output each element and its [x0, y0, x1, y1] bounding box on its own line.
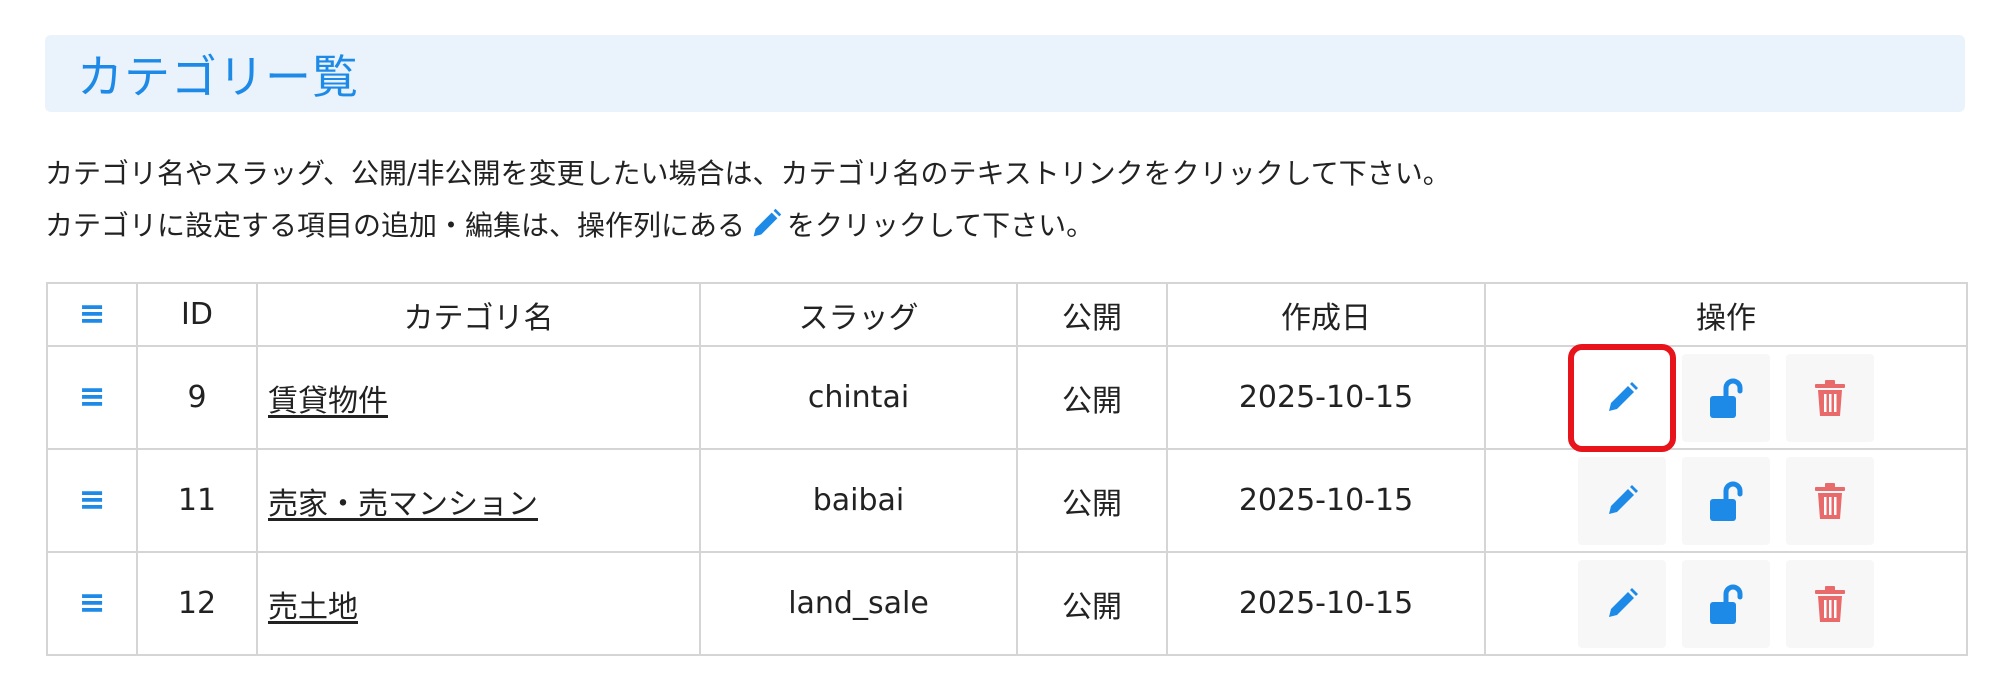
- unlock-icon: [1710, 584, 1743, 624]
- instruction-line-2-after: をクリックして下さい。: [787, 209, 1095, 242]
- row-actions: [1484, 343, 1968, 452]
- table-row: ≡ 9 賃貸物件 chintai 公開 2025-10-15: [46, 343, 1968, 452]
- unlock-icon: [1710, 378, 1743, 418]
- row-slug: chintai: [699, 345, 1018, 450]
- delete-button[interactable]: [1786, 353, 1874, 442]
- category-name-link[interactable]: 売家・売マンション: [268, 487, 538, 522]
- row-slug: baibai: [699, 448, 1018, 553]
- header-actions: 操作: [1484, 282, 1968, 347]
- header-slug: スラッグ: [699, 282, 1018, 347]
- row-slug: land_sale: [699, 551, 1018, 656]
- row-actions: [1484, 448, 1968, 553]
- pencil-icon: [1609, 587, 1638, 617]
- row-status: 公開: [1016, 448, 1168, 553]
- delete-button[interactable]: [1786, 559, 1874, 648]
- row-status: 公開: [1016, 345, 1168, 450]
- edit-button[interactable]: [1578, 559, 1666, 648]
- row-created: 2025-10-15: [1166, 345, 1486, 450]
- row-id: 9: [136, 345, 258, 450]
- unlock-icon: [1710, 481, 1743, 521]
- trash-icon: [1815, 585, 1845, 622]
- header-drag: ≡: [46, 282, 138, 347]
- instructions: カテゴリ名やスラッグ、公開/非公開を変更したい場合は、カテゴリ名のテキストリンク…: [45, 148, 1965, 252]
- pencil-icon: [1609, 484, 1638, 514]
- row-name-cell: 賃貸物件: [256, 345, 701, 450]
- edit-button[interactable]: [1568, 343, 1676, 452]
- category-list-page: カテゴリー覧 カテゴリ名やスラッグ、公開/非公開を変更したい場合は、カテゴリ名の…: [0, 0, 2009, 699]
- pencil-icon: [747, 205, 785, 243]
- title-bar: カテゴリー覧: [45, 35, 1965, 112]
- row-name-cell: 売家・売マンション: [256, 448, 701, 553]
- page-title: カテゴリー覧: [77, 49, 359, 104]
- table-row: ≡ 12 売土地 land_sale 公開 2025-10-15: [46, 551, 1968, 656]
- header-created: 作成日: [1166, 282, 1486, 347]
- drag-handle-icon[interactable]: ≡: [79, 380, 106, 412]
- category-table: ≡ ID カテゴリ名 スラッグ 公開 作成日 操作 ≡ 9 賃貸物件 chint…: [46, 282, 1968, 656]
- table-row: ≡ 11 売家・売マンション baibai 公開 2025-10-15: [46, 448, 1968, 553]
- category-name-link[interactable]: 賃貸物件: [268, 384, 388, 419]
- instruction-line-2: カテゴリに設定する項目の追加・編集は、操作列にある をクリックして下さい。: [45, 200, 1965, 252]
- delete-button[interactable]: [1786, 456, 1874, 545]
- instruction-line-2-before: カテゴリに設定する項目の追加・編集は、操作列にある: [45, 209, 746, 242]
- category-name-link[interactable]: 売土地: [268, 590, 358, 625]
- row-created: 2025-10-15: [1166, 551, 1486, 656]
- trash-icon: [1815, 379, 1845, 416]
- row-id: 11: [136, 448, 258, 553]
- header-category-name: カテゴリ名: [256, 282, 701, 347]
- header-id: ID: [136, 282, 258, 347]
- row-actions: [1484, 551, 1968, 656]
- menu-icon[interactable]: ≡: [79, 297, 106, 329]
- unpublish-button[interactable]: [1682, 353, 1770, 442]
- row-drag-handle[interactable]: ≡: [46, 345, 138, 450]
- table-header-row: ≡ ID カテゴリ名 スラッグ 公開 作成日 操作: [46, 282, 1968, 347]
- row-created: 2025-10-15: [1166, 448, 1486, 553]
- instruction-line-1: カテゴリ名やスラッグ、公開/非公開を変更したい場合は、カテゴリ名のテキストリンク…: [45, 157, 1451, 190]
- pencil-icon: [1609, 381, 1638, 411]
- drag-handle-icon[interactable]: ≡: [79, 586, 106, 618]
- row-drag-handle[interactable]: ≡: [46, 551, 138, 656]
- row-drag-handle[interactable]: ≡: [46, 448, 138, 553]
- unpublish-button[interactable]: [1682, 456, 1770, 545]
- trash-icon: [1815, 482, 1845, 519]
- row-name-cell: 売土地: [256, 551, 701, 656]
- row-id: 12: [136, 551, 258, 656]
- unpublish-button[interactable]: [1682, 559, 1770, 648]
- drag-handle-icon[interactable]: ≡: [79, 483, 106, 515]
- edit-button[interactable]: [1578, 456, 1666, 545]
- row-status: 公開: [1016, 551, 1168, 656]
- header-status: 公開: [1016, 282, 1168, 347]
